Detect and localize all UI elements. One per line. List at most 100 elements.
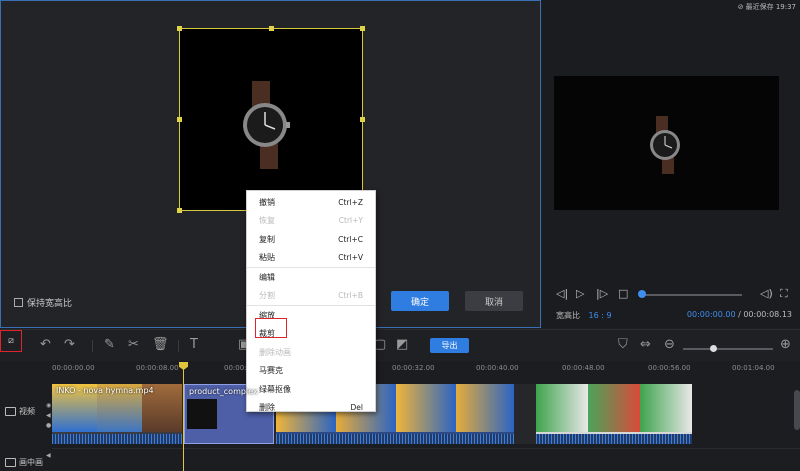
trash-icon[interactable]: 🗑 — [152, 338, 169, 352]
clip-title: INKO - nova hymna.mp4 — [56, 386, 154, 395]
menu-item-edit[interactable]: 编辑 — [247, 268, 375, 287]
tick-label: 00:00:56.00 — [648, 364, 691, 372]
pip-track[interactable] — [52, 448, 800, 471]
aspect-ratio-label: 宽高比 — [556, 311, 580, 320]
tick-label: 00:00:00.00 — [52, 364, 95, 372]
aspect-ratio-value[interactable]: 16 : 9 — [589, 311, 612, 320]
save-status-text: 最近保存 19:37 — [745, 3, 796, 11]
redo-icon[interactable]: ↷ — [64, 338, 75, 352]
toolbar-divider — [92, 340, 93, 352]
pip-track-name: 画中画 — [19, 458, 43, 467]
timeline-clip-4[interactable] — [536, 384, 692, 444]
menu-item-label: 绿幕抠像 — [259, 384, 291, 394]
next-frame-icon[interactable]: |▷ — [596, 287, 608, 300]
menu-item-shortcut: Ctrl+C — [338, 234, 363, 244]
keep-ratio-checkbox[interactable]: 保持宽高比 — [14, 296, 72, 309]
progress-track[interactable] — [642, 294, 742, 296]
text-icon[interactable]: T — [190, 338, 198, 352]
menu-item-paste[interactable]: 粘贴 Ctrl+V — [247, 249, 375, 268]
zoom-in-icon[interactable]: ⊕ — [780, 338, 791, 352]
volume-icon[interactable]: ◁) — [760, 287, 773, 300]
crop-handle-t[interactable] — [269, 26, 274, 31]
menu-item-shortcut: Ctrl+V — [338, 253, 363, 263]
keep-ratio-label: 保持宽高比 — [27, 299, 73, 309]
zoom-out-icon[interactable]: ⊖ — [664, 338, 675, 352]
crop-handle-r[interactable] — [360, 117, 365, 122]
undo-icon[interactable]: ↶ — [40, 338, 51, 352]
eye-icon[interactable]: ◉ — [46, 402, 51, 409]
crop-highlight-box — [255, 318, 287, 338]
tick-label: 00:00:08.00 — [136, 364, 179, 372]
tick-label: 00:00:32.00 — [392, 364, 435, 372]
crop-handle-tr[interactable] — [360, 26, 365, 31]
green-screen-icon[interactable]: ◩ — [396, 338, 408, 352]
watch-image — [243, 81, 290, 169]
prev-frame-icon[interactable]: ◁| — [556, 287, 568, 300]
menu-item-split: 分割 Ctrl+B — [247, 287, 375, 306]
crop-handle-l[interactable] — [177, 117, 182, 122]
playback-controls: ◁| ▷ |▷ □ ◁) ⛶ — [556, 287, 796, 303]
menu-item-label: 恢复 — [259, 216, 275, 226]
audio-waveform — [276, 434, 514, 444]
time-separator: / — [738, 310, 741, 319]
cancel-button[interactable]: 取消 — [465, 291, 523, 311]
clip-title: product_complex — [189, 387, 258, 396]
menu-item-copy[interactable]: 复制 Ctrl+C — [247, 230, 375, 249]
fullscreen-icon[interactable]: ⛶ — [780, 287, 788, 301]
menu-item-label: 复制 — [259, 234, 275, 244]
crop-handle-tl[interactable] — [177, 26, 182, 31]
tick-label: 00:00:40.00 — [476, 364, 519, 372]
menu-item-label: 马赛克 — [259, 366, 283, 376]
timeline-ruler[interactable]: 00:00:00.00 00:00:08.00 00:00:16.00 00:0… — [52, 361, 800, 381]
video-track-icon — [5, 407, 16, 416]
menu-item-label: 分割 — [259, 291, 275, 301]
toolbar-divider — [178, 340, 179, 352]
tick-label: 00:00:48.00 — [562, 364, 605, 372]
speaker-icon[interactable]: ◀ — [46, 412, 51, 419]
export-button[interactable]: 导出 — [430, 338, 469, 353]
fit-icon[interactable]: ⇔ — [640, 338, 651, 352]
play-icon[interactable]: ▷ — [576, 287, 584, 300]
crop-tool-icon[interactable]: ⧄ — [0, 330, 22, 352]
zoom-slider-handle[interactable] — [710, 345, 717, 352]
progress-handle[interactable] — [638, 290, 646, 298]
clip-thumbnail — [396, 384, 456, 432]
confirm-button[interactable]: 确定 — [391, 291, 449, 311]
checkbox-icon[interactable] — [14, 298, 23, 307]
editing-toolbar: ↶ ↷ ✎ ✂ 🗑 T ⧄ ▣ ▢ ◩ 导出 ⛉ ⇔ ⊖ ⊕ — [0, 329, 800, 361]
pencil-icon[interactable]: ✎ — [104, 338, 115, 352]
pip-track-icon — [5, 458, 16, 467]
menu-item-chroma-key[interactable]: 绿幕抠像 — [247, 380, 375, 399]
pip-track-label: 画中画 — [5, 457, 43, 468]
menu-item-delete[interactable]: 删除 Del — [247, 399, 375, 418]
menu-item-undo[interactable]: 撤销 Ctrl+Z — [247, 193, 375, 212]
menu-item-shortcut: Del — [350, 403, 363, 413]
clip-thumbnail — [187, 399, 217, 429]
preview-watch-image — [650, 116, 680, 174]
crop-canvas[interactable] — [177, 26, 365, 213]
crop-handle-bl[interactable] — [177, 208, 182, 213]
shield-icon[interactable]: ⛉ — [618, 338, 628, 352]
audio-waveform — [52, 434, 182, 444]
stop-icon[interactable]: □ — [618, 287, 628, 300]
pip-speaker-icon[interactable]: ◀ — [46, 452, 51, 459]
audio-waveform — [536, 434, 692, 444]
menu-item-label: 编辑 — [259, 272, 275, 282]
total-time: 00:00:08.13 — [743, 310, 792, 319]
preview-panel: ⊘ 最近保存 19:37 ◁| ▷ |▷ □ ◁) ⛶ 宽高比 16 : 9 0… — [542, 0, 800, 328]
playhead[interactable] — [183, 367, 184, 471]
video-track-name: 视频 — [19, 407, 35, 416]
clip-thumbnail — [588, 384, 640, 432]
zoom-slider[interactable] — [683, 348, 773, 350]
menu-item-shortcut: Ctrl+Z — [338, 197, 363, 207]
menu-item-mosaic[interactable]: 马赛克 — [247, 362, 375, 381]
menu-item-label: 撤销 — [259, 197, 275, 207]
clip-thumbnail — [640, 384, 692, 432]
time-display: 00:00:00.00 / 00:00:08.13 — [687, 310, 792, 319]
lock-icon[interactable]: ● — [46, 422, 51, 429]
timeline-clip-1[interactable]: INKO - nova hymna.mp4 — [52, 384, 182, 444]
timeline-scrollbar[interactable] — [794, 390, 800, 430]
menu-item-delete-animation: 删除动画 — [247, 343, 375, 362]
menu-item-shortcut: Ctrl+B — [338, 291, 363, 301]
scissors-icon[interactable]: ✂ — [128, 338, 139, 352]
